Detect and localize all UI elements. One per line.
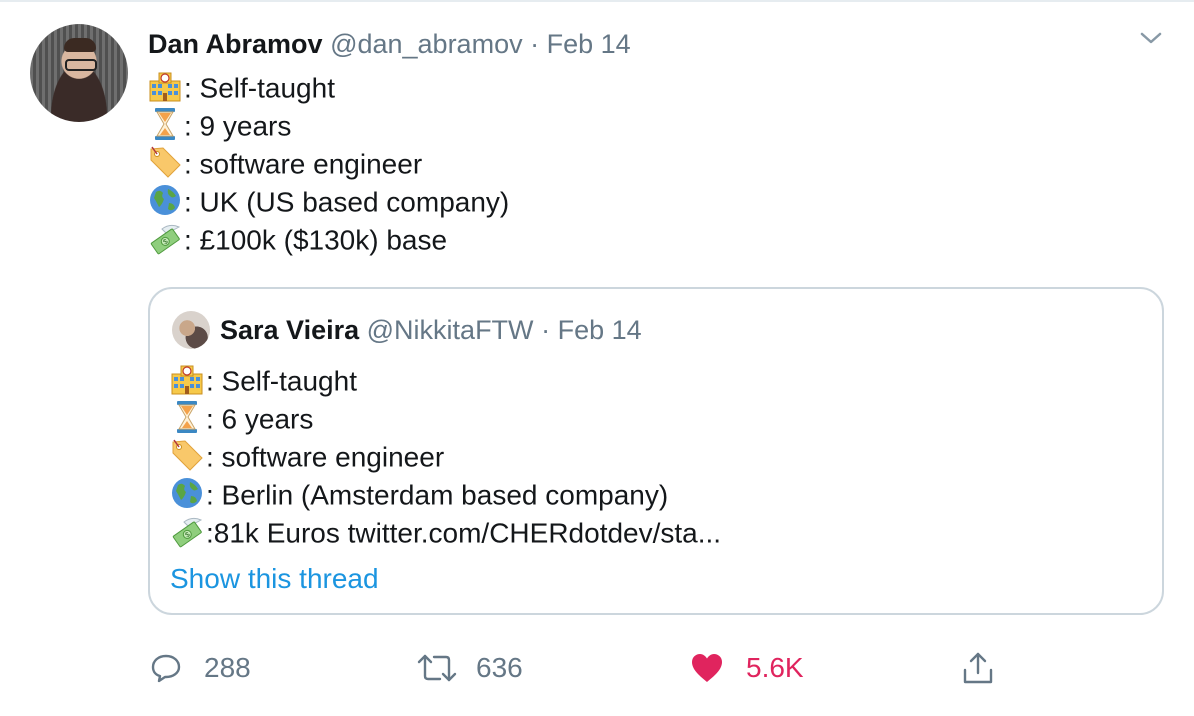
author-handle[interactable]: @dan_abramov [330,29,523,59]
school-icon [170,362,204,396]
tweet-line: : Self-taught [148,68,335,106]
like-button[interactable]: 5.6K [690,648,804,688]
retweet-icon [417,654,457,682]
reply-count: 288 [204,652,251,683]
globe-icon [170,476,204,510]
quoted-line-text: :81k Euros twitter.com/CHERdotdev/sta... [206,517,722,549]
share-button[interactable] [960,648,996,688]
quoted-author-handle: @NikkitaFTW [366,315,534,345]
reply-button[interactable]: 288 [150,648,251,688]
top-divider [0,0,1194,2]
avatar-glasses [65,59,97,71]
retweet-count: 636 [476,652,523,683]
quoted-author-avatar [172,311,210,349]
tweet-line: $: £100k ($130k) base [148,220,447,258]
hourglass-icon [170,400,204,434]
author-name[interactable]: Dan Abramov [148,29,323,59]
reply-icon [151,654,181,683]
quoted-author-name: Sara Vieira [220,315,360,345]
quoted-line-text: : software engineer [206,441,445,473]
tweet-line: : UK (US based company) [148,182,509,220]
avatar-hair [64,38,96,52]
tweet-header: Dan Abramov @dan_abramov · Feb 14 [148,28,631,60]
tweet-line-text: : 9 years [184,110,292,142]
quoted-line-text: : Berlin (Amsterdam based company) [206,479,669,511]
quoted-tweet-header: Sara Vieira @NikkitaFTW · Feb 14 [220,313,642,347]
quoted-line-text: : 6 years [206,403,314,435]
tweet-actions: 288 636 5.6K [150,648,1050,688]
label-tag-icon [170,438,204,472]
quoted-tweet-date: Feb 14 [557,315,642,345]
label-tag-icon [148,145,182,179]
chevron-down-icon[interactable] [1140,30,1162,46]
globe-icon [148,183,182,217]
heart-icon [692,654,722,682]
quoted-line: : software engineer [170,437,444,475]
money-wings-icon: $ [170,514,204,548]
tweet-line-text: : £100k ($130k) base [184,224,448,256]
tweet-date[interactable]: Feb 14 [547,29,631,59]
tweet-line-text: : software engineer [184,148,423,180]
money-wings-icon: $ [148,221,182,255]
quoted-line-text: : Self-taught [206,365,357,397]
tweet-line: : 9 years [148,106,291,144]
quoted-line: $:81k Euros twitter.com/CHERdotdev/sta..… [170,513,721,551]
quoted-line: : 6 years [170,399,313,437]
author-avatar[interactable] [30,24,128,122]
tweet-line-text: : Self-taught [184,72,335,104]
retweet-button[interactable]: 636 [416,648,523,688]
hourglass-icon [148,107,182,141]
show-thread-link[interactable]: Show this thread [170,563,379,595]
share-icon [963,652,993,684]
quoted-line: : Self-taught [170,361,357,399]
school-icon [148,69,182,103]
quoted-tweet-card[interactable]: Sara Vieira @NikkitaFTW · Feb 14 : Self-… [148,287,1164,615]
quoted-line: : Berlin (Amsterdam based company) [170,475,668,513]
header-separator: · [530,29,540,59]
tweet-line: : software engineer [148,144,422,182]
tweet-line-text: : UK (US based company) [184,186,510,218]
like-count: 5.6K [746,652,804,683]
quoted-header-separator: · [541,315,551,345]
